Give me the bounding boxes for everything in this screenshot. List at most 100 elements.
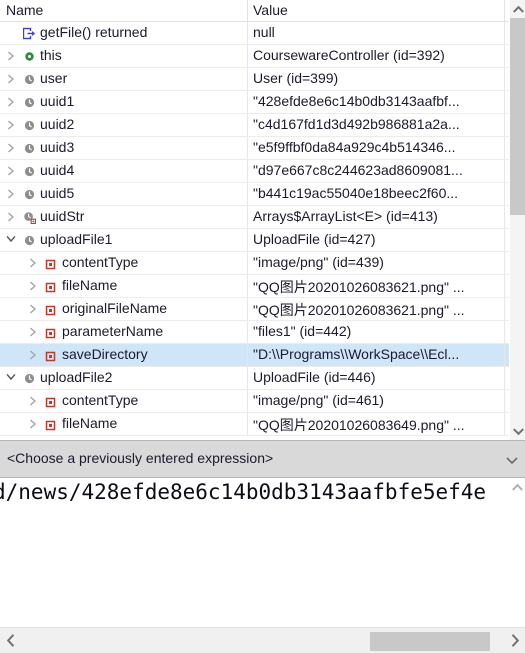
variable-name: fileName (62, 415, 118, 431)
header-divider-1[interactable] (247, 0, 248, 21)
table-row[interactable]: getFile() returned null (0, 22, 509, 45)
variable-value: "c4d167fd1d3d492b986881a2a... (253, 116, 460, 132)
detail-vertical-scrollbar[interactable] (509, 478, 525, 625)
variables-row-list: getFile() returned null this CoursewareCont… (0, 22, 509, 436)
variable-value: "QQ图片20201026083621.png" ... (253, 279, 465, 295)
table-row[interactable]: uuid3 "e5f9ffbf0da84a929c4b514346... (0, 137, 509, 160)
value-detail-pane[interactable]: d/news/428efde8e6c14b0db3143aafbfe5ef4e (0, 478, 509, 625)
chevron-down-icon[interactable] (4, 233, 17, 247)
variable-value: "image/png" (id=461) (253, 392, 384, 408)
chevron-right-icon[interactable] (4, 72, 17, 86)
table-row[interactable]: uuidStr Arrays$ArrayList<E> (id=413) (0, 206, 509, 229)
variable-name: contentType (62, 254, 139, 270)
chevron-right-icon[interactable] (4, 49, 17, 63)
variable-value: UploadFile (id=427) (253, 231, 376, 247)
column-divider (504, 252, 505, 274)
table-row[interactable]: fileName "QQ图片20201026083621.png" ... (0, 275, 509, 298)
column-divider (504, 22, 505, 44)
tree-vertical-scrollbar[interactable] (509, 0, 525, 440)
table-row[interactable]: contentType "image/png" (id=439) (0, 252, 509, 275)
column-header-value[interactable]: Value (253, 2, 288, 18)
table-row[interactable]: uuid1 "428efde8e6c14b0db3143aafbf... (0, 91, 509, 114)
chevron-right-icon[interactable] (26, 325, 39, 339)
detail-scrollbar-thumb[interactable] (370, 632, 490, 651)
chevron-down-icon[interactable] (510, 423, 525, 440)
column-divider (247, 252, 248, 274)
local-variable-icon (23, 73, 36, 86)
variable-name: uuid2 (40, 116, 75, 132)
column-divider (247, 321, 248, 343)
expression-combo-bar[interactable]: <Choose a previously entered expression> (0, 440, 525, 478)
table-row[interactable]: parameterName "files1" (id=442) (0, 321, 509, 344)
column-divider (504, 114, 505, 136)
variable-name: this (40, 47, 62, 63)
chevron-down-icon[interactable] (4, 371, 17, 385)
column-divider (504, 68, 505, 90)
chevron-left-icon[interactable] (0, 628, 20, 653)
variable-name: uuid5 (40, 185, 75, 201)
table-row[interactable]: originalFileName "QQ图片20201026083621.png"… (0, 298, 509, 321)
chevron-right-icon[interactable] (4, 210, 17, 224)
variable-value: null (253, 24, 275, 40)
local-variable-icon (23, 372, 36, 385)
chevron-right-icon[interactable] (26, 394, 39, 408)
table-row[interactable]: uploadFile2 UploadFile (id=446) (0, 367, 509, 390)
column-header-name[interactable]: Name (6, 2, 43, 18)
chevron-right-icon[interactable] (505, 628, 525, 653)
column-divider (247, 45, 248, 67)
table-row[interactable]: uploadFile1 UploadFile (id=427) (0, 229, 509, 252)
local-variable-icon (23, 96, 36, 109)
chevron-right-icon[interactable] (26, 256, 39, 270)
variables-tree-table[interactable]: Name Value getFile() returned null this Cou… (0, 0, 509, 440)
chevron-down-icon[interactable] (505, 454, 519, 468)
twisty-empty (4, 26, 17, 40)
variable-value: "b441c19ac55040e18beec2f60... (253, 185, 459, 201)
table-row[interactable]: saveDirectory "D:\\Programs\\WorkSpace\\E… (0, 344, 509, 367)
chevron-right-icon[interactable] (4, 164, 17, 178)
variable-name: user (40, 70, 68, 86)
tree-scrollbar-thumb[interactable] (510, 18, 525, 215)
detail-value-text: d/news/428efde8e6c14b0db3143aafbfe5ef4e (0, 480, 487, 504)
local-variable-icon (23, 188, 36, 201)
variable-name: uuidStr (40, 208, 85, 224)
column-divider (247, 298, 248, 320)
column-divider (247, 367, 248, 389)
column-divider (247, 114, 248, 136)
chevron-right-icon[interactable] (4, 187, 17, 201)
column-divider (504, 160, 505, 182)
this-object-icon (23, 50, 36, 63)
table-row[interactable]: contentType "image/png" (id=461) (0, 390, 509, 413)
variable-name: uuid1 (40, 93, 75, 109)
column-divider (504, 137, 505, 159)
detail-horizontal-scrollbar[interactable] (0, 627, 525, 653)
private-field-icon (45, 395, 58, 408)
local-variable-icon (23, 165, 36, 178)
table-row[interactable]: user User (id=399) (0, 68, 509, 91)
variable-value: Arrays$ArrayList<E> (id=413) (253, 208, 438, 224)
table-header-row: Name Value (0, 0, 509, 22)
table-row[interactable]: this CoursewareController (id=392) (0, 45, 509, 68)
chevron-right-icon[interactable] (26, 279, 39, 293)
column-divider (504, 91, 505, 113)
debugger-variables-view: Name Value getFile() returned null this Cou… (0, 0, 525, 653)
private-field-icon (45, 349, 58, 362)
header-divider-2[interactable] (504, 0, 505, 21)
chevron-right-icon[interactable] (4, 118, 17, 132)
column-divider (504, 298, 505, 320)
private-field-icon (45, 257, 58, 270)
column-divider (247, 183, 248, 205)
chevron-up-icon[interactable] (509, 478, 525, 495)
variable-value: UploadFile (id=446) (253, 369, 376, 385)
chevron-right-icon[interactable] (4, 141, 17, 155)
column-divider (504, 45, 505, 67)
chevron-right-icon[interactable] (26, 302, 39, 316)
table-row[interactable]: uuid5 "b441c19ac55040e18beec2f60... (0, 183, 509, 206)
table-row[interactable]: uuid4 "d97e667c8c244623ad8609081... (0, 160, 509, 183)
chevron-up-icon[interactable] (510, 0, 525, 17)
table-row[interactable]: fileName "QQ图片20201026083649.png" ... (0, 413, 509, 436)
variable-value: "d97e667c8c244623ad8609081... (253, 162, 463, 178)
chevron-right-icon[interactable] (26, 348, 39, 362)
chevron-right-icon[interactable] (26, 417, 39, 431)
chevron-right-icon[interactable] (4, 95, 17, 109)
table-row[interactable]: uuid2 "c4d167fd1d3d492b986881a2a... (0, 114, 509, 137)
